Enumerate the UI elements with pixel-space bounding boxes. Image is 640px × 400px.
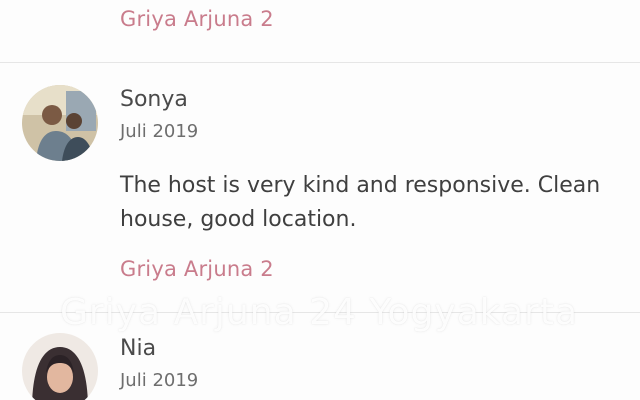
listing-link[interactable]: Griya Arjuna 2 <box>120 7 274 31</box>
listing-link[interactable]: Griya Arjuna 2 <box>120 257 274 281</box>
user-photo-icon <box>22 85 98 161</box>
reviewer-name: Nia <box>120 336 157 361</box>
review-divider <box>0 62 640 63</box>
reviews-page: Griya Arjuna 2 Sonya Juli 2019 The host … <box>0 0 640 400</box>
review-text: The host is very kind and responsive. Cl… <box>120 173 601 232</box>
avatar[interactable] <box>22 85 98 161</box>
reviewer-name: Sonya <box>120 87 188 112</box>
user-photo-icon <box>22 333 98 400</box>
review-date: Juli 2019 <box>120 121 199 142</box>
watermark: Griya Arjuna 24 Yogyakarta <box>60 292 579 333</box>
review-date: Juli 2019 <box>120 370 199 391</box>
avatar[interactable] <box>22 333 98 400</box>
